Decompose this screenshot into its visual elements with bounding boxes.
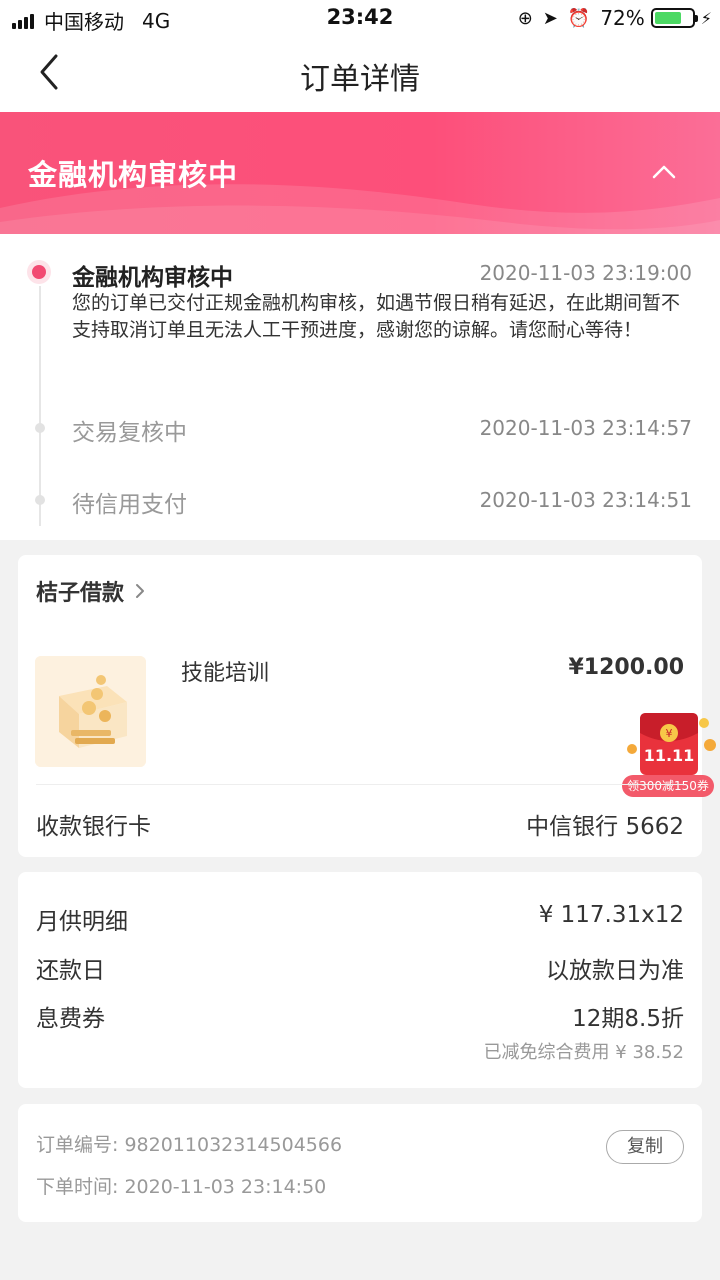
order-time-value: 2020-11-03 23:14:50 (124, 1176, 327, 1198)
collapse-button[interactable] (644, 152, 684, 192)
chevron-right-icon (136, 584, 145, 598)
bank-card-label: 收款银行卡 (36, 814, 151, 840)
timeline-step-time: 2020-11-03 23:19:00 (479, 261, 692, 285)
timeline-step-description: 您的订单已交付正规金融机构审核，如遇节假日稍有延迟，在此期间暂不支持取消订单且无… (72, 292, 681, 341)
timeline-step-title: 待信用支付 (72, 492, 187, 518)
charging-icon: ⚡ (700, 8, 712, 28)
status-banner: 金融机构审核中 (0, 112, 720, 234)
timeline-dot (35, 423, 45, 433)
promo-badge-text: 11.11 (644, 746, 695, 765)
timeline-step-time: 2020-11-03 23:14:51 (479, 488, 692, 512)
order-time: 下单时间: 2020-11-03 23:14:50 (36, 1172, 326, 1199)
chevron-up-icon (652, 165, 676, 179)
timeline-step-time: 2020-11-03 23:14:57 (479, 416, 692, 440)
lender-link[interactable]: 桔子借款 (36, 575, 146, 607)
battery-percent: 72% (600, 6, 645, 30)
monthly-payment-label: 月供明细 (36, 909, 128, 935)
order-time-label: 下单时间: (36, 1176, 119, 1198)
order-number-value: 982011032314504566 (124, 1134, 343, 1156)
order-timeline: 金融机构审核中 2020-11-03 23:19:00 您的订单已交付正规金融机… (0, 234, 720, 540)
fee-coupon-label: 息费券 (36, 1006, 105, 1032)
repayment-card: 月供明细 ¥ 117.31x12 还款日 以放款日为准 息费券 12期8.5折 … (18, 872, 702, 1088)
rotation-lock-icon: ⊕ (517, 7, 533, 29)
coin-box-icon (35, 656, 146, 767)
banner-status-text: 金融机构审核中 (28, 158, 239, 192)
location-icon: ➤ (542, 7, 558, 29)
status-bar: 中国移动 4G 23:42 ⊕ ➤ ⏰ 72% ⚡ (0, 0, 720, 36)
timeline-step-title: 金融机构审核中 (72, 265, 233, 291)
page-title: 订单详情 (300, 62, 420, 97)
timeline-dot (35, 495, 45, 505)
repayment-date-value: 以放款日为准 (546, 958, 684, 984)
copy-button[interactable]: 复制 (606, 1130, 684, 1164)
timeline-line (39, 286, 41, 526)
alarm-icon: ⏰ (567, 7, 591, 29)
nav-bar: 订单详情 (0, 36, 720, 112)
order-product-card: 桔子借款 技能培训 ¥1200.00 ¥ 11.11 领300减150券 收款银… (18, 555, 716, 857)
monthly-payment-value: ¥ 117.31x12 (538, 902, 684, 928)
product-price: ¥1200.00 (568, 655, 684, 680)
promo-label: 领300减150券 (622, 775, 714, 797)
promo-symbol: ¥ (666, 727, 673, 740)
lender-name: 桔子借款 (36, 581, 125, 606)
battery-icon (650, 8, 698, 28)
product-name: 技能培训 (181, 661, 270, 686)
order-number-label: 订单编号: (36, 1134, 119, 1156)
fee-reduction-note: 已减免综合费用 ¥ 38.52 (483, 1042, 684, 1063)
order-meta-card: 订单编号: 982011032314504566 复制 下单时间: 2020-1… (18, 1104, 702, 1222)
repayment-date-label: 还款日 (36, 958, 105, 984)
order-number: 订单编号: 982011032314504566 (36, 1130, 342, 1157)
fee-coupon-value: 12期8.5折 (572, 1006, 684, 1032)
divider (36, 784, 684, 785)
timeline-step-title: 交易复核中 (72, 420, 187, 446)
product-image (35, 656, 146, 767)
bank-card-value: 中信银行 5662 (526, 814, 684, 840)
timeline-dot-active (27, 260, 51, 284)
